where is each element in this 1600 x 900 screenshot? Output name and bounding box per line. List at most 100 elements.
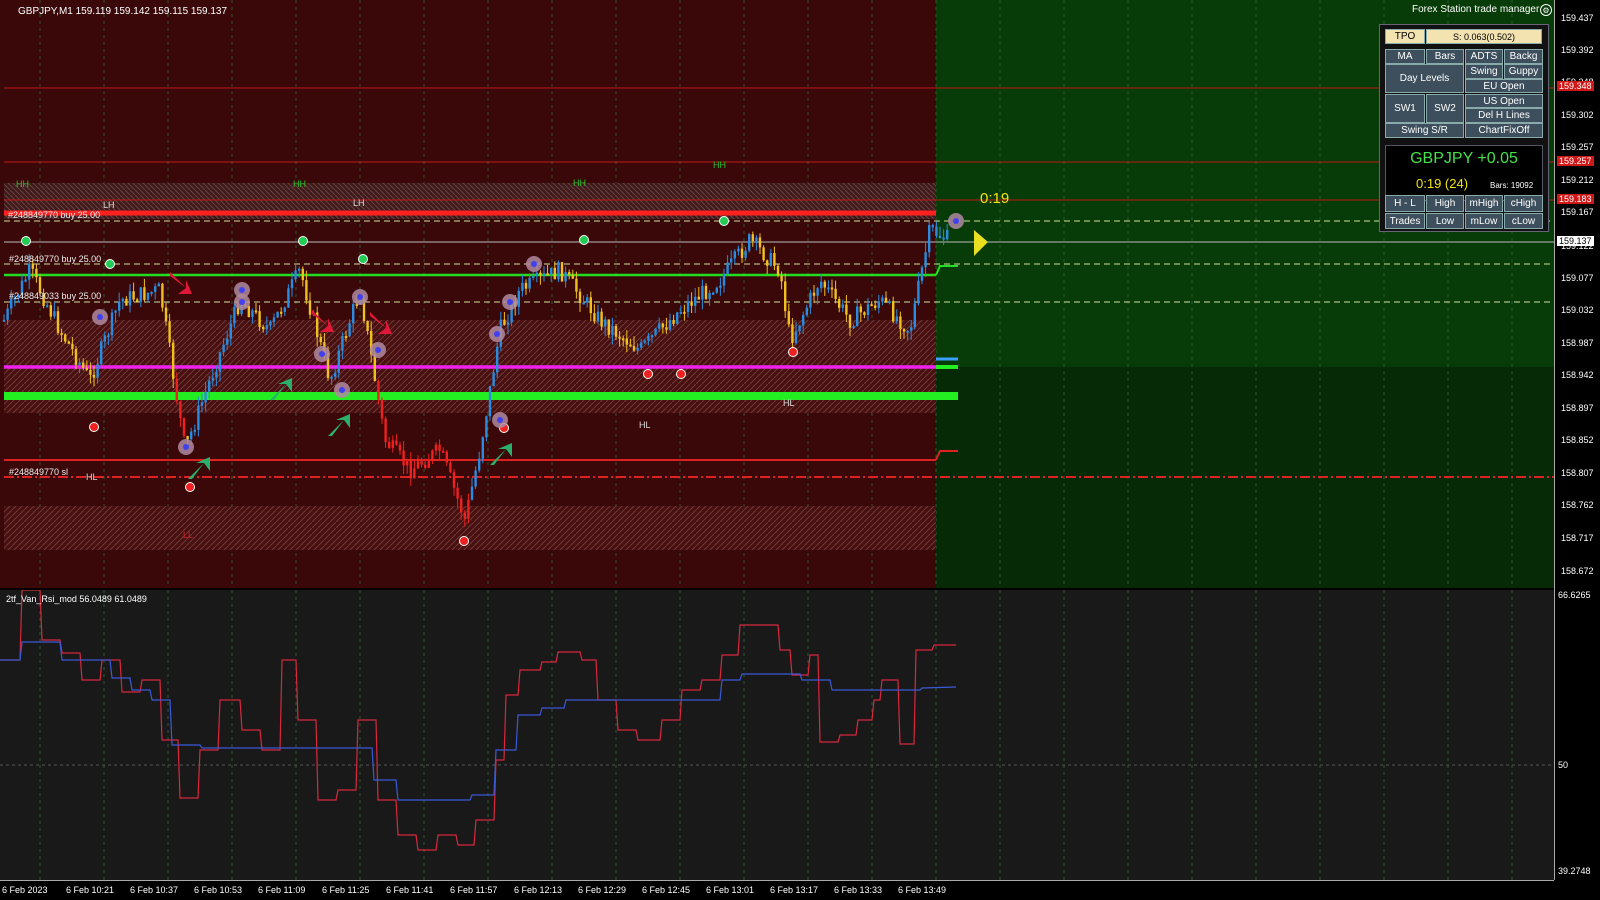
symbol-change-display: GBPJPY +0.05	[1410, 150, 1518, 167]
candle-body	[406, 460, 409, 466]
candle-body	[863, 312, 866, 316]
del-h-lines-button[interactable]: Del H Lines	[1465, 108, 1543, 123]
candle-body	[161, 283, 164, 308]
rsi-subwindow[interactable]	[0, 590, 1554, 880]
candle-body	[661, 323, 664, 328]
price-axis-label: 158.852	[1561, 435, 1594, 445]
annotation-lh: LH	[103, 200, 115, 210]
candle-body	[283, 307, 286, 312]
candle-body	[812, 292, 816, 296]
candle-body	[294, 270, 297, 280]
candle-body	[478, 458, 481, 471]
candle-body	[748, 234, 751, 251]
candle-body	[658, 323, 661, 329]
sw2-button[interactable]: SW2	[1426, 94, 1464, 123]
adts-button[interactable]: ADTS	[1465, 49, 1503, 64]
chigh-button[interactable]: cHigh	[1504, 195, 1543, 212]
rsi-axis-mid: 50	[1558, 760, 1569, 770]
signal-dot-core	[531, 261, 537, 267]
bar-timer: 0:19 (24)	[1416, 176, 1469, 191]
candle-body	[877, 301, 880, 309]
signal-dot-core	[239, 287, 245, 293]
swing-button[interactable]: Swing	[1465, 64, 1503, 79]
low-button[interactable]: Low	[1426, 213, 1464, 229]
candle-body	[694, 296, 697, 306]
signal-dot-core	[97, 314, 103, 320]
indicator-title: 2tf_Van_Rsi_mod 56.0489 61.0489	[6, 594, 147, 604]
candle-body	[881, 297, 884, 302]
clow-button[interactable]: cLow	[1504, 213, 1543, 229]
chartfixoff-button[interactable]: ChartFixOff	[1465, 123, 1543, 138]
order-label-buy-2[interactable]: #248849033 buy 25.00	[9, 291, 101, 301]
candle-body	[506, 322, 510, 325]
candle-body	[589, 297, 592, 314]
time-axis[interactable]: 6 Feb 2023 6 Feb 10:21 6 Feb 10:37 6 Feb 10…	[0, 880, 1554, 900]
price-axis[interactable]: 159.437 159.392 159.348 159.302 159.257 159.2…	[1554, 0, 1600, 880]
main-price-chart[interactable]	[0, 0, 1554, 588]
trade-manager-title: Forex Station trade manager	[1412, 4, 1540, 15]
time-axis-label: 6 Feb 2023	[2, 885, 48, 895]
candle-body	[460, 498, 463, 513]
candle-body	[708, 292, 711, 300]
candle-body	[575, 278, 578, 292]
candle-body	[139, 287, 142, 302]
swing-sr-button[interactable]: Swing S/R	[1385, 123, 1464, 138]
order-label-buy-1[interactable]: #248849770 buy 25.00	[9, 254, 101, 264]
candle-body	[665, 327, 668, 330]
signal-dot-core	[507, 299, 513, 305]
us-open-button[interactable]: US Open	[1465, 94, 1543, 108]
candle-body	[913, 303, 916, 328]
candle-body	[150, 291, 153, 294]
candle-body	[690, 301, 693, 306]
candle-body	[802, 315, 805, 326]
candle-body	[834, 288, 837, 300]
candle-body	[784, 281, 787, 312]
settings-gear-icon[interactable]: ⚙	[1540, 4, 1552, 16]
candle-body	[492, 372, 495, 387]
candle-body	[229, 323, 232, 339]
order-label-sl[interactable]: #248849770 sl	[9, 467, 68, 477]
candle-body	[262, 326, 265, 330]
candle-body	[193, 429, 196, 432]
sw1-button[interactable]: SW1	[1385, 94, 1425, 123]
time-axis-label: 6 Feb 11:09	[258, 885, 306, 895]
candle-body	[197, 405, 200, 430]
mlow-button[interactable]: mLow	[1465, 213, 1503, 229]
guppy-button[interactable]: Guppy	[1504, 64, 1543, 79]
backg-button[interactable]: Backg	[1504, 49, 1543, 64]
candle-body	[769, 253, 772, 266]
candle-body	[715, 287, 718, 293]
swing-low-marker	[459, 536, 469, 546]
candle-body	[845, 304, 848, 315]
candle-body	[596, 311, 600, 322]
swing-high-marker	[579, 235, 589, 245]
eu-open-button[interactable]: EU Open	[1465, 79, 1543, 93]
candle-body	[427, 460, 430, 468]
price-axis-label: 159.437	[1561, 13, 1594, 23]
candle-body	[398, 444, 402, 451]
candle-body	[902, 329, 906, 332]
candle-body	[449, 462, 452, 473]
candle-body	[553, 267, 556, 280]
candle-body	[931, 225, 934, 228]
bars-button[interactable]: Bars	[1426, 49, 1464, 64]
ma-button[interactable]: MA	[1385, 49, 1425, 64]
signal-dot-core	[497, 417, 503, 423]
candle-body	[737, 248, 740, 252]
mhigh-button[interactable]: mHigh	[1465, 195, 1503, 212]
candle-body	[719, 285, 722, 288]
h-l-button[interactable]: H - L	[1385, 195, 1425, 212]
candle-body	[110, 312, 114, 336]
candle-body	[103, 335, 106, 342]
candle-body	[701, 285, 704, 300]
trades-button[interactable]: Trades	[1385, 213, 1425, 229]
order-label-top[interactable]: #248849770 buy 25.00	[8, 210, 100, 220]
tpo-button[interactable]: TPO	[1385, 29, 1425, 44]
candle-countdown: 0:19	[980, 190, 1010, 207]
candle-body	[668, 320, 672, 330]
candle-body	[64, 334, 67, 342]
candle-body	[870, 304, 873, 307]
candle-body	[722, 274, 726, 286]
day-levels-button[interactable]: Day Levels	[1385, 64, 1464, 93]
high-button[interactable]: High	[1426, 195, 1464, 212]
